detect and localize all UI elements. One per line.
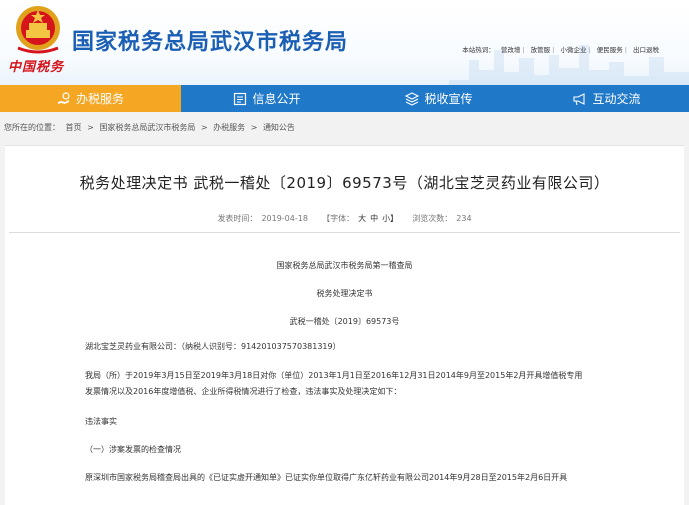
nav-label: 信息公开 [252,92,301,106]
article-card: 税务处理决定书 武税一稽处〔2019〕69573号（湖北宝芝灵药业有限公司） 发… [5,145,684,505]
site-header: 中国税务 国家税务总局武汉市税务局 本站热词： 营改增 | 放管服 | 小微企业 | … [0,0,689,85]
site-title[interactable]: 国家税务总局武汉市税务局 [72,24,348,56]
document-name: 税务处理决定书 [316,289,373,298]
stack-layers-icon [405,91,420,106]
breadcrumb-separator: > [200,123,208,132]
breadcrumb-prefix: 您所在的位置： [4,123,60,132]
breadcrumb-item[interactable]: 国家税务总局武汉市税务局 [99,123,195,132]
hot-word-link[interactable]: 营改增 [501,46,521,54]
skyline-decoration [449,45,689,85]
national-emblem-icon [16,6,60,54]
nav-label: 办税服务 [75,92,124,106]
addressee-line: 湖北宝芝灵药业有限公司：（纳税人识别号：914201037570381319） [85,342,341,351]
nav-item-tax-services[interactable]: 办税服务 [0,85,181,112]
hot-words-bar: 本站热词： 营改增 | 放管服 | 小微企业 | 便民服务 | 出口退税 [462,46,659,54]
views-count: 234 [456,214,472,223]
issuing-org: 国家税务总局武汉市税务局第一稽查局 [276,261,413,270]
document-number: 武税一稽处〔2019〕69573号 [289,317,400,326]
hot-word-link[interactable]: 放管服 [531,46,551,54]
publish-date: 2019-04-18 [261,214,308,223]
publish-date-label: 发表时间： [217,214,258,223]
hot-word-link[interactable]: 出口退税 [633,46,659,54]
article-title: 税务处理决定书 武税一稽处〔2019〕69573号（湖北宝芝灵药业有限公司） [79,174,610,192]
article-meta: 发表时间： 2019-04-18 【字体：大中小】 浏览次数： 234 [5,213,684,224]
body-paragraph: 原深圳市国家税务局稽查局出具的《已证实虚开通知单》已证实你单位取得广东亿轩药业有… [85,473,568,482]
hot-word-link[interactable]: 小微企业 [560,46,586,54]
hot-words-label: 本站热词： [462,46,495,54]
emblem-caption: 中国税务 [8,60,65,75]
nav-item-interaction[interactable]: 互动交流 [525,85,689,112]
breadcrumb-item[interactable]: 首页 [66,123,82,132]
body-paragraph: 发票情况以及2016年度增值税、企业所得税情况进行了检查，违法事实及处理决定如下… [85,387,402,396]
views-label: 浏览次数： [412,214,453,223]
breadcrumb-separator: > [87,123,94,132]
breadcrumb-item[interactable]: 办税服务 [213,123,245,132]
section-heading: 违法事实 [85,417,117,426]
breadcrumb-separator: > [250,123,258,132]
hand-coin-icon [57,91,70,104]
subsection-heading: （一）涉案发票的检查情况 [85,445,181,454]
nav-item-tax-publicity[interactable]: 税收宣传 [353,85,525,112]
divider [9,232,680,233]
page: 中国税务 国家税务总局武汉市税务局 本站热词： 营改增 | 放管服 | 小微企业 | … [0,0,689,505]
font-size-large-link[interactable]: 大 [358,214,366,223]
hot-word-link[interactable]: 便民服务 [597,46,623,54]
breadcrumb-item[interactable]: 通知公告 [263,123,295,132]
font-size-medium-link[interactable]: 中 [370,214,378,223]
body-paragraph: 我局（所）于2019年3月15日至2019年3月18日对你（单位）2013年1月… [85,371,583,380]
nav-label: 税收宣传 [424,92,473,106]
main-nav: 办税服务 信息公开 税收宣传 互动交流 [0,85,689,112]
megaphone-icon [573,92,586,105]
nav-label: 互动交流 [592,92,641,106]
nav-item-info-disclosure[interactable]: 信息公开 [181,85,353,112]
breadcrumb: 您所在的位置： 首页 > 国家税务总局武汉市税务局 > 办税服务 > 通知公告 [4,122,298,133]
document-list-icon [234,92,247,105]
font-size-small-link[interactable]: 小】 [382,214,398,223]
font-size-label: 【字体： [322,214,355,223]
